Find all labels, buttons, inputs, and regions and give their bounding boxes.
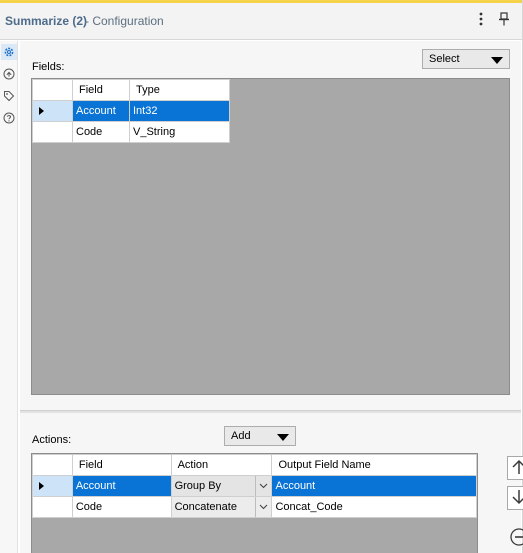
move-down-button[interactable] (507, 486, 523, 510)
arrow-up-icon (511, 459, 523, 478)
action-value: Group By (174, 480, 222, 492)
type-cell[interactable]: Int32 (129, 100, 230, 122)
column-header-field[interactable]: Field (72, 79, 130, 101)
table-row[interactable]: Account Int32 (32, 100, 230, 122)
remove-icon (509, 527, 523, 550)
actions-table: Field Action Output Field Name Account G… (32, 454, 477, 518)
add-dropdown[interactable]: Add (224, 426, 296, 446)
fields-header-row: Field Type (32, 79, 230, 101)
column-header-action[interactable]: Action (170, 454, 273, 476)
field-cell[interactable]: Account (72, 100, 130, 122)
select-dropdown-label: Select (429, 53, 460, 65)
help-icon[interactable] (1, 110, 17, 126)
action-select[interactable]: Concatenate (170, 496, 273, 518)
row-header-corner (32, 79, 73, 101)
column-header-output-field-name[interactable]: Output Field Name (271, 454, 477, 476)
move-up-button[interactable] (507, 456, 523, 480)
row-pointer-icon (39, 482, 44, 490)
tool-title: Summarize (2) (5, 14, 88, 28)
add-dropdown-label: Add (231, 430, 251, 442)
field-cell[interactable]: Account (71, 475, 172, 497)
table-row[interactable]: Code V_String (32, 121, 230, 143)
field-cell[interactable]: Code (71, 496, 172, 518)
gear-icon[interactable] (1, 44, 17, 60)
config-subtitle: - Configuration (85, 14, 164, 28)
actions-panel: Actions: Add Field Action Output Field N… (20, 413, 523, 553)
pin-icon[interactable] (495, 10, 513, 28)
column-header-type[interactable]: Type (129, 79, 230, 101)
circle-arrow-icon[interactable] (1, 66, 17, 82)
row-selector[interactable] (32, 496, 73, 518)
vertical-ellipsis-icon[interactable] (472, 10, 490, 28)
fields-panel: Fields: Select Field Type Account Int32 (20, 41, 521, 410)
chevron-down-icon (491, 57, 503, 64)
summarize-config-window: Summarize (2) - Configuration Fields: Se… (0, 0, 523, 553)
remove-button[interactable] (507, 526, 523, 550)
arrow-down-icon (511, 489, 523, 508)
column-header-field[interactable]: Field (71, 454, 172, 476)
row-selector[interactable] (32, 100, 73, 122)
chevron-down-icon[interactable] (255, 476, 271, 496)
actions-header-row: Field Action Output Field Name (32, 454, 477, 476)
fields-label: Fields: (32, 61, 65, 73)
output-field-cell[interactable]: Concat_Code (271, 496, 477, 518)
field-cell[interactable]: Code (72, 121, 130, 143)
select-dropdown[interactable]: Select (422, 49, 510, 69)
fields-grid: Field Type Account Int32 Code V_String (31, 78, 510, 395)
actions-label: Actions: (32, 434, 72, 446)
chevron-down-icon (277, 434, 289, 441)
type-cell[interactable]: V_String (129, 121, 230, 143)
tag-icon[interactable] (1, 88, 17, 104)
table-row[interactable]: Code Concatenate Concat_Code (32, 496, 477, 518)
row-pointer-icon (39, 107, 44, 115)
output-field-cell[interactable]: Account (271, 475, 477, 497)
actions-grid: Field Action Output Field Name Account G… (31, 453, 478, 553)
config-header: Summarize (2) - Configuration (0, 0, 522, 40)
side-rail (0, 41, 18, 553)
chevron-down-icon[interactable] (255, 497, 271, 517)
table-row[interactable]: Account Group By Account (32, 475, 477, 497)
row-selector[interactable] (32, 475, 73, 497)
row-selector[interactable] (32, 121, 73, 143)
action-select[interactable]: Group By (170, 475, 273, 497)
row-header-corner (32, 454, 73, 476)
action-value: Concatenate (174, 501, 237, 513)
fields-table: Field Type Account Int32 Code V_String (32, 79, 230, 143)
